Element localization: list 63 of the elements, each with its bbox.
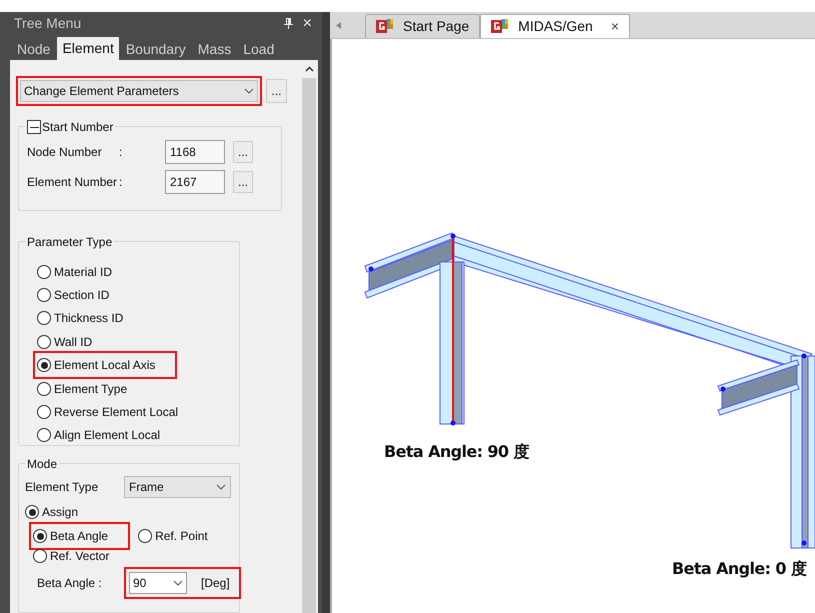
radio-label: Beta Angle xyxy=(50,528,108,546)
radio-label: Wall ID xyxy=(54,334,92,351)
number-field[interactable]: 1168 xyxy=(165,140,225,164)
radio-label: Thickness ID xyxy=(54,310,124,328)
radio-label: Element Type xyxy=(54,380,128,398)
app-logo-icon xyxy=(376,19,393,34)
radio-button[interactable] xyxy=(37,382,51,396)
radio-label: Ref. Point xyxy=(155,528,208,546)
radio-label: Section ID xyxy=(54,287,110,304)
radio-button[interactable] xyxy=(37,264,51,279)
radio-button[interactable] xyxy=(37,428,51,442)
chevron-down-icon xyxy=(244,88,254,94)
annotation-label: Beta Angle: 0 度 xyxy=(672,558,806,580)
command-dropdown[interactable]: Change Element Parameters xyxy=(20,80,258,102)
radio-label: Material ID xyxy=(54,264,112,281)
annotation-label: Beta Angle: 90 度 xyxy=(384,441,529,463)
group-title: Start Number xyxy=(42,119,114,136)
radio-button[interactable] xyxy=(33,549,47,564)
pin-icon[interactable] xyxy=(284,18,293,29)
collapse-toggle[interactable] xyxy=(27,120,41,134)
radio-button[interactable] xyxy=(37,311,51,326)
field-label: Node Number xyxy=(27,144,103,161)
more-button[interactable]: ... xyxy=(233,171,253,193)
more-button[interactable]: ... xyxy=(233,141,253,163)
panel-title: Tree Menu xyxy=(14,14,82,33)
group-title: Parameter Type xyxy=(27,234,112,251)
radio-button[interactable] xyxy=(138,529,152,544)
tab[interactable]: Boundary xyxy=(120,39,191,60)
unit-label: [Deg] xyxy=(201,575,230,592)
radio-label: Align Element Local xyxy=(54,427,160,444)
radio-button[interactable] xyxy=(33,529,47,544)
radio-label: Element Local Axis xyxy=(54,357,156,374)
radio-label: Ref. Vector xyxy=(50,548,110,566)
radio-label: Assign xyxy=(42,504,78,522)
radio-button[interactable] xyxy=(25,505,39,520)
chevron-down-icon xyxy=(216,484,226,490)
chevron-down-icon xyxy=(173,580,183,586)
more-button[interactable]: ... xyxy=(266,79,287,103)
field-label: Element Number xyxy=(27,174,118,191)
field-label: Element Type xyxy=(25,479,100,496)
radio-button[interactable] xyxy=(37,405,51,419)
app-logo-icon xyxy=(491,19,508,34)
radio-label: Reverse Element Local xyxy=(54,404,178,421)
beta-angle-dropdown[interactable]: 90 xyxy=(129,572,187,594)
tab[interactable]: Node xyxy=(12,39,56,60)
close-tab-button[interactable]: × xyxy=(610,16,620,37)
tab[interactable]: Mass xyxy=(192,39,236,60)
element-type-dropdown[interactable]: Frame xyxy=(124,476,231,498)
document-tab[interactable]: Start Page xyxy=(365,14,480,38)
group-title: Mode xyxy=(27,456,58,474)
colon: : xyxy=(119,144,124,161)
document-tab[interactable]: MIDAS/Gen × xyxy=(480,14,630,38)
radio-button[interactable] xyxy=(37,358,51,372)
tab[interactable]: Load xyxy=(238,39,280,60)
field-label: Beta Angle : xyxy=(37,575,103,592)
close-button[interactable]: × xyxy=(302,16,312,32)
radio-button[interactable] xyxy=(37,334,51,349)
colon: : xyxy=(119,174,124,191)
radio-button[interactable] xyxy=(37,288,51,302)
scroll-up-icon[interactable] xyxy=(304,66,314,72)
number-field[interactable]: 2167 xyxy=(165,170,225,194)
scroll-thumb[interactable] xyxy=(302,78,316,613)
tab[interactable]: Element xyxy=(57,37,119,60)
